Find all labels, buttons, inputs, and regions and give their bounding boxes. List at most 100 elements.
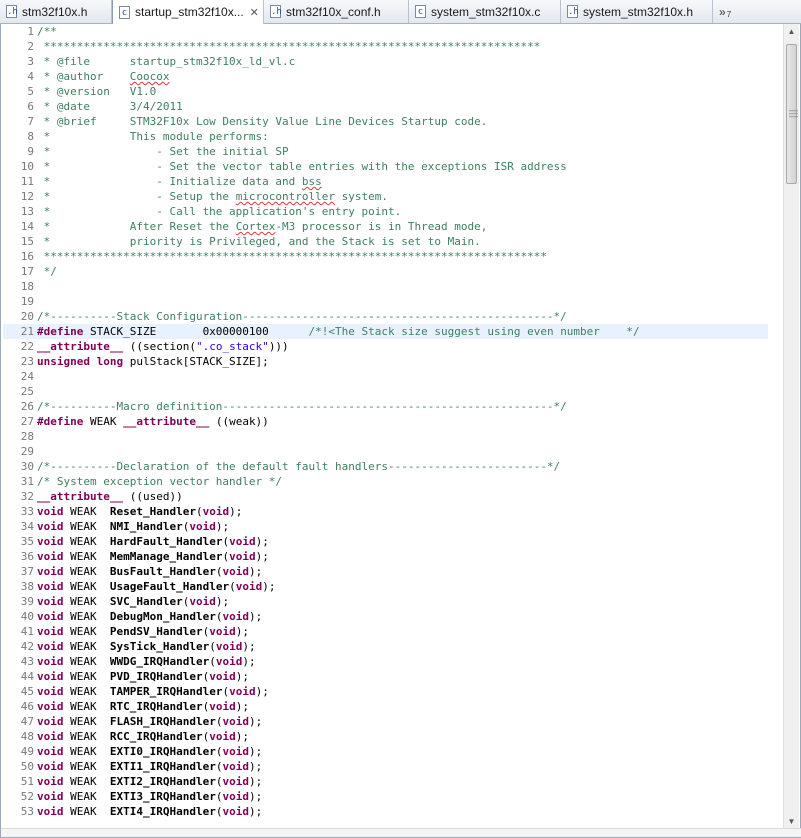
code-token: ); — [255, 550, 269, 563]
code-line[interactable]: 25 — [3, 384, 768, 399]
line-number: 30 — [20, 460, 34, 473]
code-token: WEAK — [63, 505, 110, 518]
code-line[interactable]: 15 * priority is Privileged, and the Sta… — [3, 234, 768, 249]
code-line[interactable]: 29 — [3, 444, 768, 459]
code-line[interactable]: 20/*----------Stack Configuration-------… — [3, 309, 768, 324]
code-line[interactable]: 38 void WEAK UsageFault_Handler(void); — [3, 579, 768, 594]
code-line[interactable]: 8 * This module performs: — [3, 129, 768, 144]
code-line[interactable]: 28 — [3, 429, 768, 444]
code-line[interactable]: 11 * - Initialize data and bss — [3, 174, 768, 189]
line-number: 32 — [20, 490, 34, 503]
code-token: EXTI0_IRQHandler — [109, 745, 216, 758]
code-line[interactable]: 40 void WEAK DebugMon_Handler(void); — [3, 609, 768, 624]
code-line[interactable]: 13 * - Call the application's entry poin… — [3, 204, 768, 219]
code-token: void — [222, 775, 249, 788]
code-line[interactable]: 39 void WEAK SVC_Handler(void); — [3, 594, 768, 609]
line-number: 31 — [20, 475, 34, 488]
code-line[interactable]: 34 void WEAK NMI_Handler(void); — [3, 519, 768, 534]
line-number: 41 — [20, 625, 34, 638]
code-line[interactable]: 48 void WEAK RCC_IRQHandler(void); — [3, 729, 768, 744]
code-line[interactable]: 31/* System exception vector handler */ — [3, 474, 768, 489]
code-token: void — [37, 790, 64, 803]
code-line[interactable]: 46 void WEAK RTC_IRQHandler(void); — [3, 699, 768, 714]
code-line[interactable]: 45 void WEAK TAMPER_IRQHandler(void); — [3, 684, 768, 699]
c-file-icon: c — [415, 5, 426, 18]
code-line[interactable]: 43 void WEAK WWDG_IRQHandler(void); — [3, 654, 768, 669]
vertical-scrollbar[interactable]: ▲ — — — ▼ — [783, 24, 799, 830]
code-token: Cortex — [235, 220, 276, 233]
code-area[interactable]: 1/** 2 **********************************… — [3, 24, 768, 830]
code-line[interactable]: 36 void WEAK MemManage_Handler(void); — [3, 549, 768, 564]
code-line[interactable]: 10 * - Set the vector table entries with… — [3, 159, 768, 174]
code-line[interactable]: 16 *************************************… — [3, 249, 768, 264]
tab-2[interactable]: .h stm32f10x_conf.h — [264, 0, 409, 23]
code-line[interactable]: 44 void WEAK PVD_IRQHandler(void); — [3, 669, 768, 684]
code-token: void — [37, 805, 64, 818]
code-line[interactable]: 30/*----------Declaration of the default… — [3, 459, 768, 474]
code-token: ); — [262, 580, 276, 593]
code-token: PendSV_Handler — [109, 625, 203, 638]
line-number: 9 — [27, 145, 34, 158]
code-token: void — [37, 760, 64, 773]
code-line[interactable]: 1/** — [3, 24, 768, 39]
code-token: ); — [248, 790, 263, 803]
code-line[interactable]: 21 #define STACK_SIZE 0x00000100 /*!<The … — [3, 324, 768, 339]
code-line[interactable]: 23 unsigned long pulStack[STACK_SIZE]; — [3, 354, 768, 369]
tab-4[interactable]: .h system_stm32f10x.h — [561, 0, 713, 23]
tab-0[interactable]: .h stm32f10x.h — [0, 0, 112, 23]
code-line[interactable]: 19 — [3, 294, 768, 309]
code-token: void — [37, 670, 64, 683]
code-line[interactable]: 18 — [3, 279, 768, 294]
tab-1[interactable]: c startup_stm32f10x... ✕ — [112, 0, 264, 24]
code-line[interactable]: 42 void WEAK SysTick_Handler(void); — [3, 639, 768, 654]
code-token: void — [209, 670, 236, 683]
code-token: ); — [235, 730, 249, 743]
code-line[interactable]: 47 void WEAK FLASH_IRQHandler(void); — [3, 714, 768, 729]
code-line[interactable]: 53 void WEAK EXTI4_IRQHandler(void); — [3, 804, 768, 819]
hidden-tab-count: 7 — [726, 10, 732, 19]
line-number: 12 — [20, 190, 34, 203]
tab-3[interactable]: c system_stm32f10x.c — [409, 0, 561, 23]
code-line[interactable]: 14 * After Reset the Cortex-M3 processor… — [3, 219, 768, 234]
code-line[interactable]: 32 __attribute__ ((used)) — [3, 489, 768, 504]
code-token: ))) — [268, 340, 289, 353]
code-token: ( — [209, 640, 216, 653]
line-number: 40 — [20, 610, 34, 623]
code-line[interactable]: 35 void WEAK HardFault_Handler(void); — [3, 534, 768, 549]
code-line[interactable]: 9 * - Set the initial SP — [3, 144, 768, 159]
code-line[interactable]: 3 * @file startup_stm32f10x_ld_vl.c — [3, 54, 768, 69]
code-token: void — [229, 685, 256, 698]
code-line[interactable]: 6 * @date 3/4/2011 — [3, 99, 768, 114]
code-token: void — [37, 535, 64, 548]
code-line[interactable]: 33 void WEAK Reset_Handler(void); — [3, 504, 768, 519]
line-number: 53 — [20, 805, 34, 818]
code-line[interactable]: 2 **************************************… — [3, 39, 768, 54]
tab-overflow-button[interactable]: » 7 — [713, 0, 801, 23]
code-line[interactable]: 51 void WEAK EXTI2_IRQHandler(void); — [3, 774, 768, 789]
code-line[interactable]: 17 */ — [3, 264, 768, 279]
code-line[interactable]: 4 * @author Coocox — [3, 69, 768, 84]
code-line[interactable]: 50 void WEAK EXTI1_IRQHandler(void); — [3, 759, 768, 774]
code-line[interactable]: 27 #define WEAK __attribute__ ((weak)) — [3, 414, 768, 429]
horizontal-scrollbar[interactable] — [1, 828, 801, 837]
code-line[interactable]: 24 — [3, 369, 768, 384]
code-line[interactable]: 26/*----------Macro definition----------… — [3, 399, 768, 414]
code-token: WEAK — [63, 610, 110, 623]
code-line[interactable]: 22 __attribute__ ((section(".co_stack"))) — [3, 339, 768, 354]
scrollbar-thumb[interactable]: — — — — [786, 44, 798, 184]
code-line[interactable]: 5 * @version V1.0 — [3, 84, 768, 99]
code-line[interactable]: 49 void WEAK EXTI0_IRQHandler(void); — [3, 744, 768, 759]
code-line[interactable]: 41 void WEAK PendSV_Handler(void); — [3, 624, 768, 639]
code-token: ); — [248, 805, 263, 818]
code-token: ( — [229, 580, 236, 593]
code-token: void — [222, 610, 249, 623]
close-tab-icon[interactable]: ✕ — [249, 6, 260, 19]
code-line[interactable]: 52 void WEAK EXTI3_IRQHandler(void); — [3, 789, 768, 804]
code-line[interactable]: 37 void WEAK BusFault_Handler(void); — [3, 564, 768, 579]
code-token: EXTI2_IRQHandler — [109, 775, 216, 788]
code-token: bss — [301, 175, 322, 188]
code-editor[interactable]: 1/** 2 **********************************… — [0, 24, 801, 838]
code-line[interactable]: 7 * @brief STM32F10x Low Density Value L… — [3, 114, 768, 129]
scroll-up-arrow-icon[interactable]: ▲ — [784, 24, 799, 40]
code-line[interactable]: 12 * - Setup the microcontroller system. — [3, 189, 768, 204]
